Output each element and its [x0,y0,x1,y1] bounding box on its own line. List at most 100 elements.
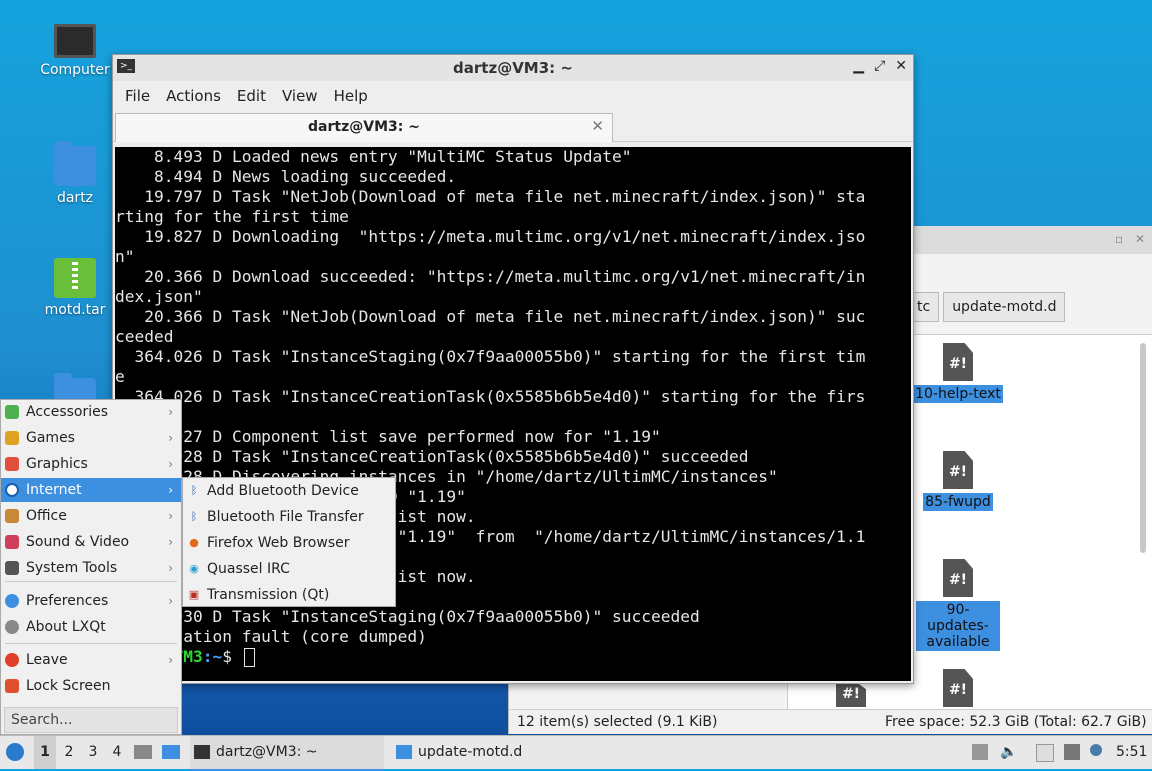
menu-item-label: Lock Screen [26,678,111,694]
chevron-right-icon: › [168,457,173,471]
updates-icon[interactable] [1090,744,1102,756]
menu-item-preferences[interactable]: Preferences › [1,589,181,613]
file-item[interactable]: #! 90-updates-available [908,559,1008,651]
close-icon[interactable]: ✕ [1135,232,1145,246]
clock[interactable]: 5:51 [1116,736,1147,769]
accessories-icon [5,405,19,419]
path-bar: tc update-motd.d [909,292,1066,322]
text-cursor [243,648,255,667]
terminal-line: 8.494 D News loading succeeded. [115,167,457,186]
task-file-manager[interactable]: update-motd.d [392,736,586,771]
minimize-icon[interactable]: ▫ [1115,232,1123,246]
menu-item-accessories[interactable]: Accessories › [1,400,181,424]
terminal-icon [194,745,210,759]
scrollbar[interactable] [1140,343,1146,553]
menu-edit[interactable]: Edit [229,87,274,105]
taskbar: 1 2 3 4 dartz@VM3: ~ update-motd.d 🔈 5:5… [0,735,1152,771]
script-file-icon: #! [943,559,973,597]
submenu-item[interactable]: ᛒ Bluetooth File Transfer [183,504,395,530]
desktop-switch-1[interactable]: 1 [34,736,56,769]
menu-bar: File Actions Edit View Help [113,81,913,111]
file-item[interactable]: #! [801,683,901,711]
bluetooth-icon: ᛒ [190,484,198,497]
archive-icon [54,258,96,298]
tab-close-icon[interactable]: ✕ [591,117,604,135]
submenu-item[interactable]: ▣ Transmission (Qt) [183,582,395,608]
task-terminal[interactable]: dartz@VM3: ~ [190,736,384,771]
menu-item-graphics[interactable]: Graphics › [1,452,181,476]
desktop-icon-dartz[interactable]: dartz [30,141,120,206]
tab-bar: dartz@VM3: ~ ✕ [113,111,913,142]
menu-item-label: Leave [26,652,68,668]
menu-item-leave[interactable]: Leave › [1,648,181,672]
terminal-line: 20.366 D Download succeeded: "https://me… [115,267,866,286]
submenu-item[interactable]: ● Firefox Web Browser [183,530,395,556]
minimize-icon[interactable]: ▁ [853,58,864,74]
network-icon[interactable] [1064,744,1080,760]
folder-icon [396,745,412,759]
chevron-right-icon: › [168,535,173,549]
desktop-switch-4[interactable]: 4 [106,736,128,769]
task-label: update-motd.d [418,744,523,760]
app-menu-button[interactable] [6,736,26,769]
chevron-right-icon: › [168,509,173,523]
menu-file[interactable]: File [117,87,158,105]
tab-title: dartz@VM3: ~ [308,119,420,135]
menu-item-label: Preferences [26,593,109,609]
clipboard-icon[interactable] [1036,744,1054,762]
home-folder-icon [54,141,96,186]
menu-item-internet[interactable]: Internet › [1,478,181,502]
file-item[interactable]: #! 85-fwupd [908,451,1008,511]
transmission-icon: ▣ [188,588,200,601]
menu-item-label: System Tools [26,560,118,576]
volume-icon[interactable]: 🔈 [1000,744,1017,760]
menu-view[interactable]: View [274,87,326,105]
file-manager-launcher[interactable] [162,736,182,769]
terminal-line: 364.026 D Task "InstanceStaging(0x7f9aa0… [115,347,866,366]
desktop-switch-3[interactable]: 3 [82,736,104,769]
window-title: dartz@VM3: ~ [453,59,573,77]
system-tools-icon [5,561,19,575]
free-space-status: Free space: 52.3 GiB (Total: 62.7 GiB) [885,714,1147,730]
desktop-switch-2[interactable]: 2 [58,736,80,769]
file-item[interactable]: #! [908,669,1008,711]
bluetooth-icon: ᛒ [190,510,198,523]
preferences-icon [5,594,19,608]
menu-item-games[interactable]: Games › [1,426,181,450]
desktop-icon-computer[interactable]: Computer [30,24,120,78]
desktop-icon-motd-tar[interactable]: motd.tar [30,258,120,318]
file-label: 85-fwupd [923,493,993,511]
graphics-icon [5,457,19,471]
file-item[interactable]: #! 10-help-text [908,343,1008,403]
terminal-tab[interactable]: dartz@VM3: ~ ✕ [115,113,613,142]
maximize-icon[interactable]: ⤢ [874,58,885,74]
menu-item-about[interactable]: About LXQt [1,615,181,639]
sound-video-icon [5,535,19,549]
menu-item-system-tools[interactable]: System Tools › [1,556,181,580]
menu-item-sound-video[interactable]: Sound & Video › [1,530,181,554]
menu-item-office[interactable]: Office › [1,504,181,528]
close-icon[interactable]: ✕ [895,58,907,74]
removable-media-icon[interactable] [972,744,988,760]
lxqt-logo-icon [6,743,24,761]
terminal-line: dex.json" [115,287,203,306]
show-desktop-button[interactable] [134,736,154,769]
path-segment-current[interactable]: update-motd.d [943,292,1066,322]
internet-submenu: ᛒ Add Bluetooth Device ᛒ Bluetooth File Tra… [182,477,396,607]
script-file-icon: #! [943,669,973,707]
menu-item-lock-screen[interactable]: Lock Screen [1,674,181,698]
submenu-item[interactable]: ◉ Quassel IRC [183,556,395,582]
firefox-icon: ● [189,536,199,549]
info-icon [5,620,19,634]
menu-actions[interactable]: Actions [158,87,229,105]
menu-help[interactable]: Help [326,87,376,105]
terminal-titlebar[interactable]: >_ dartz@VM3: ~ ▁ ⤢ ✕ [113,55,913,81]
selection-status: 12 item(s) selected (9.1 KiB) [517,714,718,730]
submenu-item[interactable]: ᛒ Add Bluetooth Device [183,478,395,504]
menu-item-label: Sound & Video [26,534,130,550]
chevron-right-icon: › [168,431,173,445]
terminal-line: e [115,367,125,386]
terminal-line: 19.797 D Task "NetJob(Download of meta f… [115,187,866,206]
chevron-right-icon: › [168,561,173,575]
menu-search-input[interactable]: Search... [4,707,178,733]
